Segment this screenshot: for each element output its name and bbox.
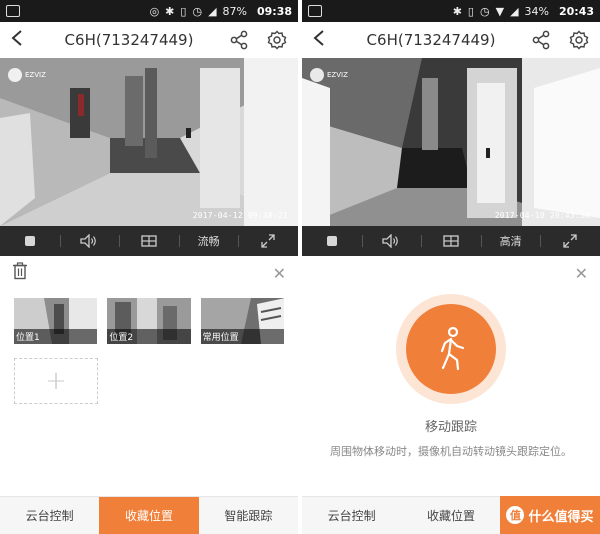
status-bar: ✱ ▯ ◷ ▼ ◢ 34% 20:43 bbox=[302, 0, 600, 22]
bluetooth-icon: ✱ bbox=[165, 4, 175, 18]
preset-thumbnail[interactable]: 常用位置 bbox=[200, 298, 284, 344]
status-time: 09:38 bbox=[256, 4, 292, 18]
corridor-camera-image bbox=[0, 58, 298, 226]
split-screen-icon bbox=[141, 235, 157, 247]
bottom-tab-bar: 云台控制 收藏位置 智能跟踪 bbox=[0, 496, 298, 534]
signal-icon: ◢ bbox=[208, 4, 217, 18]
preset-label: 常用位置 bbox=[200, 329, 284, 344]
add-preset-button[interactable]: + bbox=[14, 358, 98, 404]
vibrate-icon: ▯ bbox=[467, 4, 474, 18]
vibrate-icon: ▯ bbox=[180, 4, 187, 18]
video-timestamp: 2017-04-12 09:38:21 bbox=[192, 211, 288, 220]
live-video-feed[interactable]: EZVIZ 2017-04-12 09:38:21 bbox=[0, 58, 298, 226]
tab-ptz-control[interactable]: 云台控制 bbox=[0, 497, 99, 534]
preset-panel-header: ✕ bbox=[0, 256, 298, 290]
right-phone-screen: ✱ ▯ ◷ ▼ ◢ 34% 20:43 C6H(713247449) EZVIZ… bbox=[302, 0, 600, 534]
tab-saved-positions[interactable]: 收藏位置 bbox=[401, 497, 500, 534]
close-icon[interactable]: ✕ bbox=[273, 264, 286, 283]
ezviz-logo: EZVIZ bbox=[310, 68, 348, 82]
split-screen-button[interactable] bbox=[421, 226, 481, 256]
back-arrow-icon[interactable] bbox=[10, 29, 32, 52]
fullscreen-button[interactable] bbox=[540, 226, 600, 256]
tracking-title: 移动跟踪 bbox=[424, 420, 477, 435]
video-control-bar: 流畅 bbox=[0, 226, 298, 256]
video-control-bar: 高清 bbox=[302, 226, 600, 256]
status-bar: ◎ ✱ ▯ ◷ ◢ 87% 09:38 bbox=[0, 0, 298, 22]
tab-saved-positions[interactable]: 收藏位置 bbox=[99, 497, 199, 534]
preset-list: 位置1 位置2 常用位置 bbox=[0, 290, 298, 344]
alarm-icon: ◷ bbox=[479, 4, 490, 18]
hotspot-icon: ◎ bbox=[149, 4, 160, 18]
watermark-badge: 值 bbox=[506, 506, 525, 524]
ezviz-logo: EZVIZ bbox=[8, 68, 46, 82]
title-bar: C6H(713247449) bbox=[302, 22, 600, 58]
device-title: C6H(713247449) bbox=[366, 31, 496, 49]
fullscreen-icon bbox=[563, 234, 577, 248]
fullscreen-button[interactable] bbox=[238, 226, 298, 256]
tracking-description: 周围物体移动时，摄像机自动转动镜头跟踪定位。 bbox=[330, 445, 572, 458]
preset-label: 位置1 bbox=[14, 329, 98, 344]
preset-thumbnail[interactable]: 位置1 bbox=[14, 298, 98, 344]
gallery-notification-icon bbox=[6, 5, 20, 17]
corridor-camera-image bbox=[302, 58, 600, 226]
back-arrow-icon[interactable] bbox=[312, 29, 334, 52]
settings-gear-icon[interactable] bbox=[266, 29, 288, 51]
quality-button[interactable]: 高清 bbox=[480, 226, 541, 256]
split-screen-icon bbox=[443, 235, 459, 247]
stop-button[interactable] bbox=[0, 226, 60, 256]
bluetooth-icon: ✱ bbox=[452, 4, 462, 18]
wifi-icon: ▼ bbox=[495, 4, 505, 18]
preset-thumbnail[interactable]: 位置2 bbox=[107, 298, 191, 344]
tab-smart-tracking[interactable]: 智能跟踪 bbox=[199, 497, 298, 534]
alarm-icon: ◷ bbox=[192, 4, 203, 18]
motion-tracking-toggle[interactable] bbox=[396, 294, 506, 404]
stop-icon bbox=[24, 236, 35, 246]
split-screen-button[interactable] bbox=[119, 226, 179, 256]
battery-level: 34% bbox=[524, 4, 549, 18]
share-icon[interactable] bbox=[530, 29, 552, 51]
tracking-panel-header: ✕ bbox=[302, 256, 600, 290]
site-watermark: 值 什么值得买 bbox=[500, 496, 600, 534]
video-timestamp: 2017-04-10 20:43:38 bbox=[494, 211, 590, 220]
trash-icon[interactable] bbox=[12, 262, 28, 284]
walking-person-icon bbox=[440, 326, 465, 371]
quality-button[interactable]: 流畅 bbox=[178, 226, 239, 256]
tab-ptz-control[interactable]: 云台控制 bbox=[302, 497, 401, 534]
stop-icon bbox=[326, 236, 337, 246]
add-icon: + bbox=[45, 366, 67, 396]
volume-button[interactable] bbox=[59, 226, 120, 256]
watermark-text: 什么值得买 bbox=[528, 509, 594, 525]
title-bar: C6H(713247449) bbox=[0, 22, 298, 58]
status-time: 20:43 bbox=[558, 4, 594, 18]
fullscreen-icon bbox=[261, 234, 275, 248]
battery-level: 87% bbox=[222, 4, 247, 18]
share-icon[interactable] bbox=[228, 29, 250, 51]
volume-icon bbox=[80, 234, 97, 248]
motion-tracking-panel: 移动跟踪 周围物体移动时，摄像机自动转动镜头跟踪定位。 bbox=[302, 290, 600, 459]
stop-button[interactable] bbox=[302, 226, 362, 256]
live-video-feed[interactable]: EZVIZ 2017-04-10 20:43:38 bbox=[302, 58, 600, 226]
volume-icon bbox=[382, 234, 399, 248]
close-icon[interactable]: ✕ bbox=[575, 264, 588, 283]
gallery-notification-icon bbox=[308, 5, 322, 17]
device-title: C6H(713247449) bbox=[64, 31, 194, 49]
volume-button[interactable] bbox=[361, 226, 422, 256]
preset-label: 位置2 bbox=[107, 329, 191, 344]
signal-icon: ◢ bbox=[510, 4, 519, 18]
left-phone-screen: ◎ ✱ ▯ ◷ ◢ 87% 09:38 C6H(713247449) EZVIZ… bbox=[0, 0, 298, 534]
settings-gear-icon[interactable] bbox=[568, 29, 590, 51]
